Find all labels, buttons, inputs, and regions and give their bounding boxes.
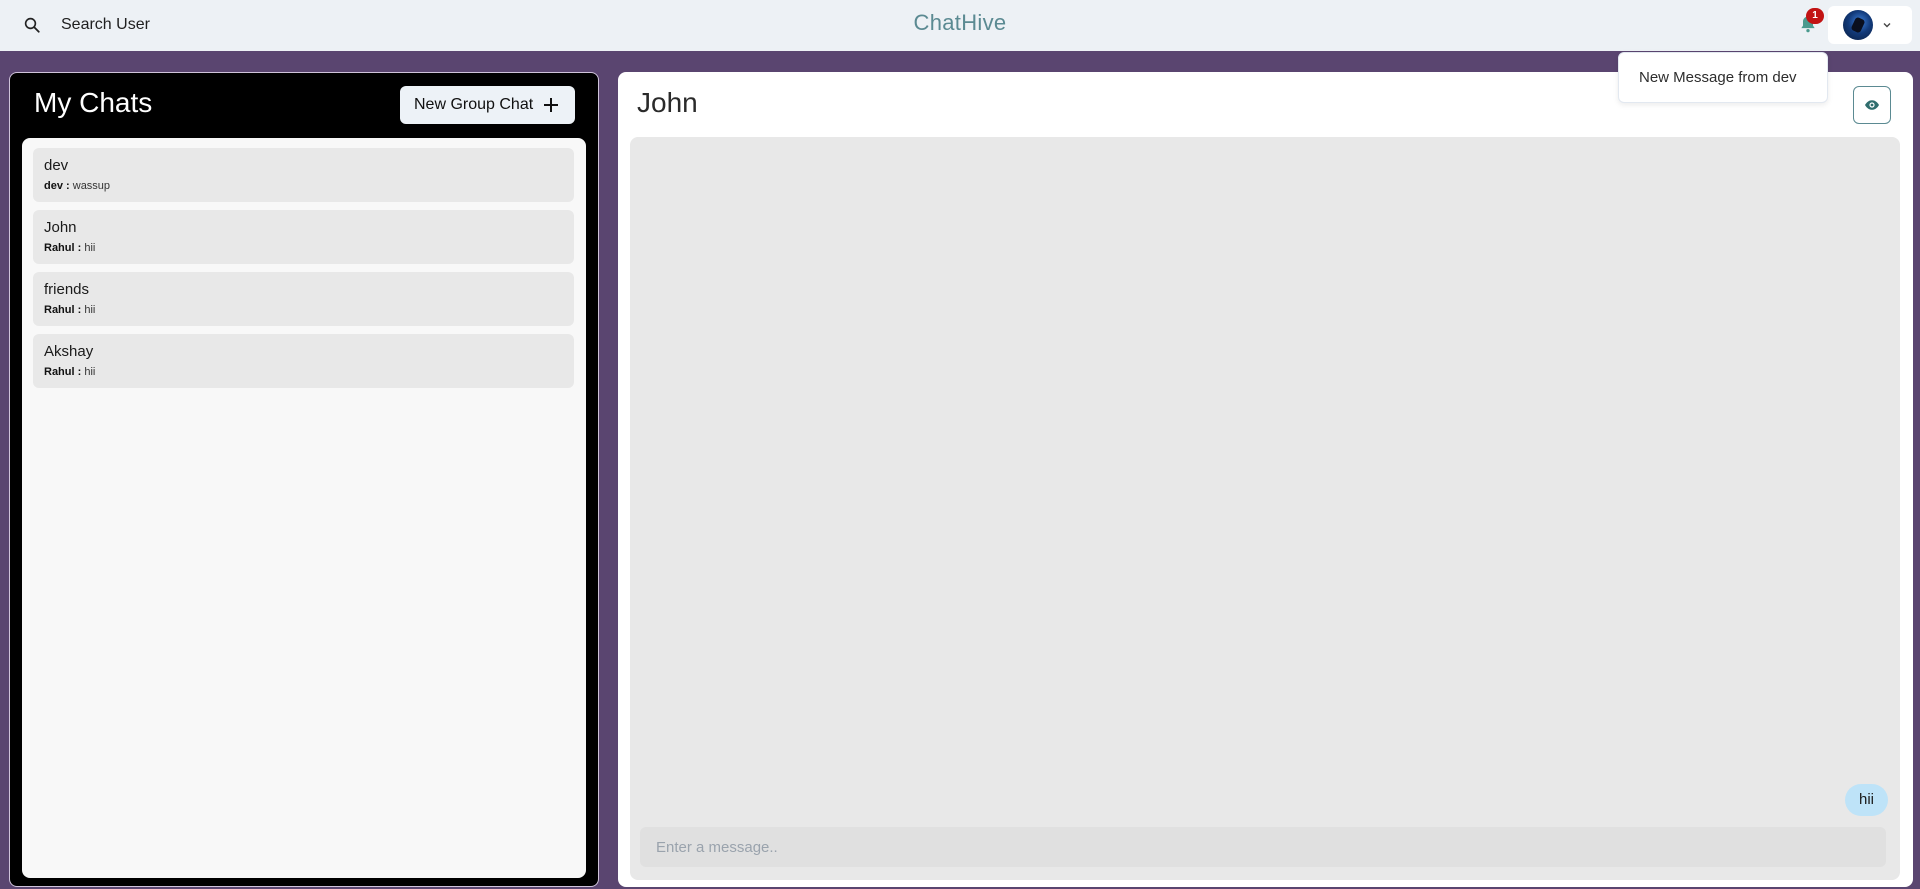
chat-latest-message: Rahul : hii xyxy=(44,304,95,316)
chat-sender: Rahul : xyxy=(44,304,82,316)
chat-item-john[interactable]: John Rahul : hii xyxy=(33,210,574,264)
chat-item-dev[interactable]: dev dev : wassup xyxy=(33,148,574,202)
chat-list: dev dev : wassup John Rahul : hii friend… xyxy=(22,138,586,878)
chat-sender: dev : xyxy=(44,180,70,192)
search-icon xyxy=(24,17,40,33)
chat-message-text: hii xyxy=(84,242,96,254)
search-user-button[interactable]: Search User xyxy=(14,8,154,42)
new-group-chat-label: New Group Chat xyxy=(414,96,534,113)
chat-name: dev xyxy=(44,157,69,174)
profile-menu-button[interactable] xyxy=(1828,6,1912,44)
new-group-chat-button[interactable]: New Group Chat xyxy=(400,86,575,124)
chat-latest-message: dev : wassup xyxy=(44,180,110,192)
chat-message-text: hii xyxy=(84,304,96,316)
chevron-down-icon xyxy=(1883,23,1891,28)
eye-icon xyxy=(1865,100,1879,110)
chat-item-akshay[interactable]: Akshay Rahul : hii xyxy=(33,334,574,388)
chat-sender: Rahul : xyxy=(44,366,82,378)
chat-name: Akshay xyxy=(44,343,94,360)
chat-panel: John hii xyxy=(618,72,1913,887)
chat-message-text: wassup xyxy=(72,180,111,192)
app-title: ChatHive xyxy=(913,10,1007,35)
notification-menu: New Message from dev xyxy=(1618,52,1828,103)
avatar xyxy=(1843,10,1873,40)
notification-badge: 1 xyxy=(1806,8,1824,24)
chat-title: John xyxy=(637,87,698,118)
my-chats-panel: My Chats New Group Chat dev dev : wassup… xyxy=(9,72,599,887)
my-chats-title: My Chats xyxy=(34,87,153,118)
chat-name: John xyxy=(44,219,77,236)
chat-latest-message: Rahul : hii xyxy=(44,242,95,254)
messages-area: hii xyxy=(630,137,1900,880)
chat-sender: Rahul : xyxy=(44,242,82,254)
message-input[interactable] xyxy=(640,827,1886,867)
view-profile-button[interactable] xyxy=(1853,86,1891,124)
chat-latest-message: Rahul : hii xyxy=(44,366,95,378)
chat-item-friends[interactable]: friends Rahul : hii xyxy=(33,272,574,326)
top-bar: Search User ChatHive 1 xyxy=(0,0,1920,57)
search-user-label: Search User xyxy=(61,16,150,33)
message-bubble: hii xyxy=(1844,784,1888,816)
chat-name: friends xyxy=(44,281,90,298)
notification-bell-button[interactable]: 1 xyxy=(1798,8,1824,38)
chat-message-text: hii xyxy=(84,366,96,378)
plus-icon xyxy=(544,98,559,112)
notification-item[interactable]: New Message from dev xyxy=(1639,69,1797,86)
